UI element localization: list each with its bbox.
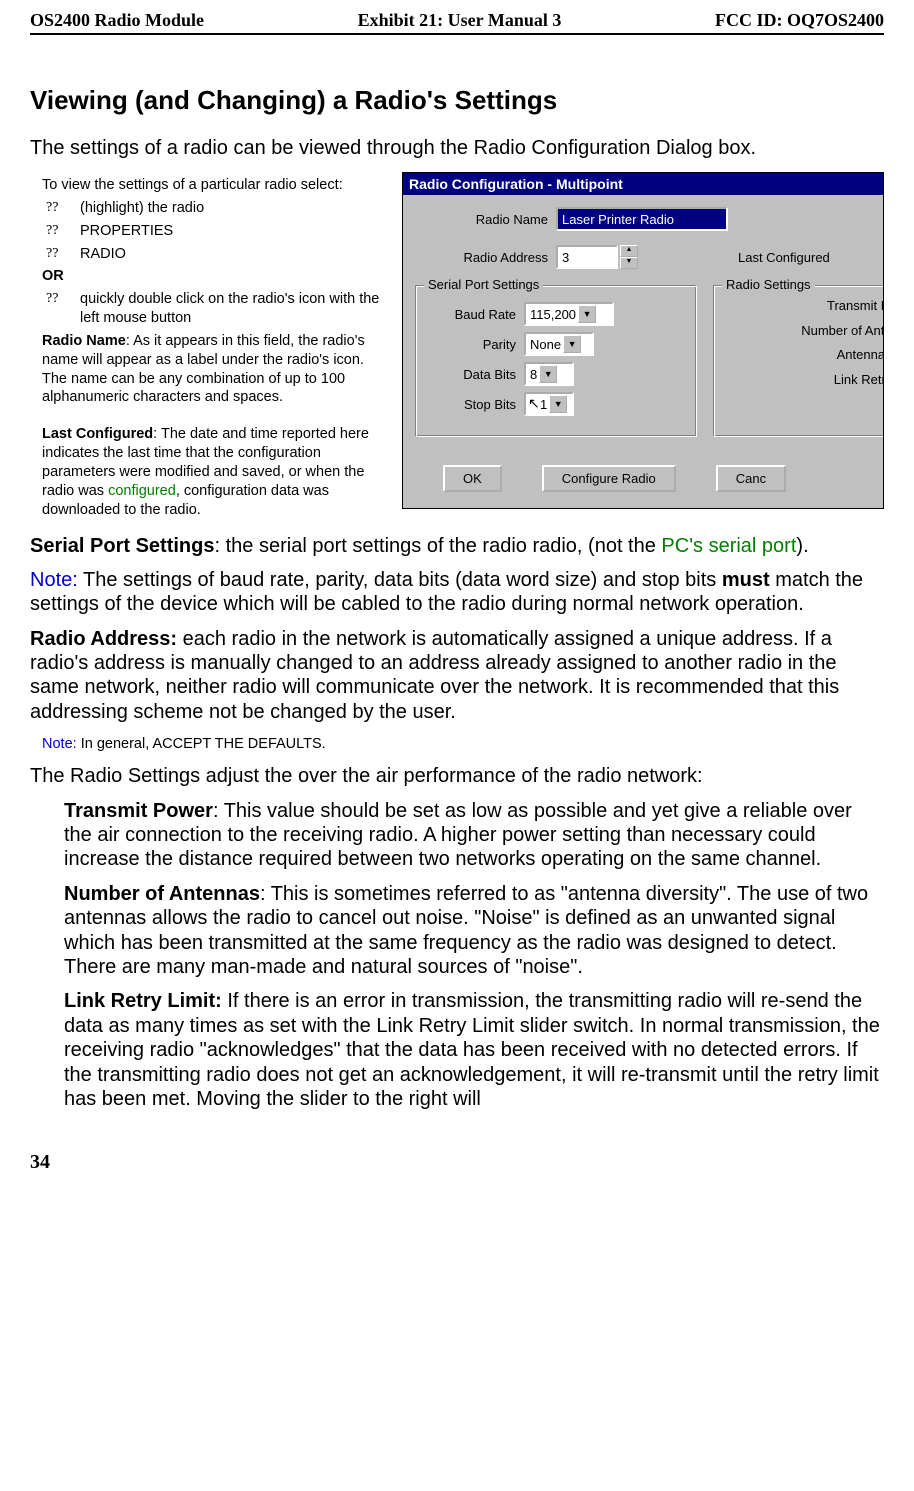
number-antennas-label: Number of Antenn	[722, 319, 884, 344]
radio-name-field-label: Radio Name	[433, 212, 556, 227]
header-center: Exhibit 21: User Manual 3	[358, 10, 562, 31]
or-label: OR	[42, 267, 390, 286]
radio-config-dialog: Radio Configuration - Multipoint Radio N…	[402, 172, 884, 509]
serial-port-para: Serial Port Settings: the serial port se…	[30, 534, 884, 558]
chevron-down-icon[interactable]: ▼	[549, 395, 567, 413]
radio-name-input[interactable]: Laser Printer Radio	[556, 207, 728, 231]
last-configured-label: Last Configured	[42, 426, 153, 442]
parity-label: Parity	[426, 337, 524, 352]
list-item: ?? quickly double click on the radio's i…	[46, 290, 390, 328]
data-bits-label: Data Bits	[426, 367, 524, 382]
bullet-icon: ??	[46, 245, 70, 264]
bullet-icon: ??	[46, 290, 70, 328]
spin-down-icon[interactable]: ▼	[620, 257, 638, 269]
dialog-titlebar[interactable]: Radio Configuration - Multipoint	[403, 173, 883, 195]
transmit-power-heading: Transmit Power	[64, 800, 213, 822]
note-label: Note:	[42, 736, 77, 752]
serial-port-green: PC's serial port	[661, 535, 796, 557]
radio-settings-group-label: Radio Settings	[722, 277, 815, 292]
spin-up-icon[interactable]: ▲	[620, 245, 638, 257]
baud-rate-select[interactable]: 115,200 ▼	[524, 302, 614, 326]
radio-address-field-label: Radio Address	[433, 250, 556, 265]
bullet-text: RADIO	[80, 245, 390, 264]
dialog-column: Radio Configuration - Multipoint Radio N…	[402, 172, 884, 524]
last-configured-green: configured	[108, 483, 176, 499]
cursor-icon: ↖	[528, 395, 540, 412]
bullet-text: PROPERTIES	[80, 222, 390, 241]
radio-address-label: Radio Address:	[30, 628, 177, 650]
radio-name-label: Radio Name	[42, 333, 126, 349]
link-retry-heading: Link Retry Limit:	[64, 990, 222, 1012]
radio-address-input[interactable]: 3	[556, 245, 618, 269]
header-right: FCC ID: OQ7OS2400	[715, 10, 884, 31]
baud-rate-label: Baud Rate	[426, 307, 524, 322]
page: OS2400 Radio Module Exhibit 21: User Man…	[0, 0, 914, 1194]
radio-settings-groupbox: Radio Settings Transmit Pow Number of An…	[713, 285, 884, 437]
number-antennas-heading: Number of Antennas	[64, 883, 260, 905]
stop-bits-label: Stop Bits	[426, 397, 524, 412]
ok-button[interactable]: OK	[443, 465, 502, 492]
page-number: 34	[30, 1151, 884, 1174]
radio-address-para: Radio Address: each radio in the network…	[30, 627, 884, 725]
note-must: must	[722, 569, 770, 591]
note-text1: The settings of baud rate, parity, data …	[78, 569, 722, 591]
spin-buttons[interactable]: ▲ ▼	[620, 245, 638, 269]
parity-select[interactable]: None ▼	[524, 332, 594, 356]
note-defaults: Note: In general, ACCEPT THE DEFAULTS.	[30, 736, 884, 752]
bullet-icon: ??	[46, 199, 70, 218]
transmit-power-para: Transmit Power: This value should be set…	[30, 799, 884, 872]
list-item: ?? PROPERTIES	[46, 222, 390, 241]
transmit-power-label: Transmit Pow	[722, 294, 884, 319]
radio-name-desc: Radio Name: As it appears in this field,…	[42, 332, 390, 407]
chevron-down-icon[interactable]: ▼	[578, 305, 596, 323]
stop-bits-value: 1	[540, 397, 547, 412]
link-retry-label: Link Retry Li	[722, 368, 884, 393]
configure-radio-button[interactable]: Configure Radio	[542, 465, 676, 492]
serial-port-label: Serial Port Settings	[30, 535, 215, 557]
note-label: Note:	[30, 569, 78, 591]
serial-port-groupbox: Serial Port Settings Baud Rate 115,200 ▼	[415, 285, 697, 437]
note-baud-para: Note: The settings of baud rate, parity,…	[30, 568, 884, 617]
header-left: OS2400 Radio Module	[30, 10, 204, 31]
instructions-column: To view the settings of a particular rad…	[30, 172, 390, 524]
last-configured-desc: Last Configured: The date and time repor…	[42, 425, 390, 519]
stop-bits-select[interactable]: ↖ 1 ▼	[524, 392, 574, 416]
parity-value: None	[530, 337, 561, 352]
list-item: ?? (highlight) the radio	[46, 199, 390, 218]
radio-settings-intro: The Radio Settings adjust the over the a…	[30, 764, 884, 788]
instructions-lead: To view the settings of a particular rad…	[42, 176, 390, 195]
data-bits-select[interactable]: 8 ▼	[524, 362, 574, 386]
page-title: Viewing (and Changing) a Radio's Setting…	[30, 85, 884, 116]
list-item: ?? RADIO	[46, 245, 390, 264]
bullet-text: quickly double click on the radio's icon…	[80, 290, 390, 328]
note-defaults-text: In general, ACCEPT THE DEFAULTS.	[77, 736, 326, 752]
baud-rate-value: 115,200	[530, 307, 576, 322]
dialog-body: Radio Name Laser Printer Radio Radio Add…	[403, 195, 883, 506]
page-header: OS2400 Radio Module Exhibit 21: User Man…	[30, 10, 884, 35]
link-retry-para: Link Retry Limit: If there is an error i…	[30, 989, 884, 1111]
number-antennas-para: Number of Antennas: This is sometimes re…	[30, 882, 884, 980]
serial-port-group-label: Serial Port Settings	[424, 277, 543, 292]
cancel-button[interactable]: Canc	[716, 465, 786, 492]
bullet-text: (highlight) the radio	[80, 199, 390, 218]
intro-text: The settings of a radio can be viewed th…	[30, 136, 884, 160]
serial-port-pre: : the serial port settings of the radio …	[215, 535, 662, 557]
serial-port-post: ).	[796, 535, 808, 557]
two-column-section: To view the settings of a particular rad…	[30, 172, 884, 524]
chevron-down-icon[interactable]: ▼	[539, 365, 557, 383]
bullet-icon: ??	[46, 222, 70, 241]
data-bits-value: 8	[530, 367, 537, 382]
antenna-gain-label: Antenna Ga	[722, 343, 884, 368]
last-configured-field-label: Last Configured	[738, 250, 830, 265]
chevron-down-icon[interactable]: ▼	[563, 335, 581, 353]
